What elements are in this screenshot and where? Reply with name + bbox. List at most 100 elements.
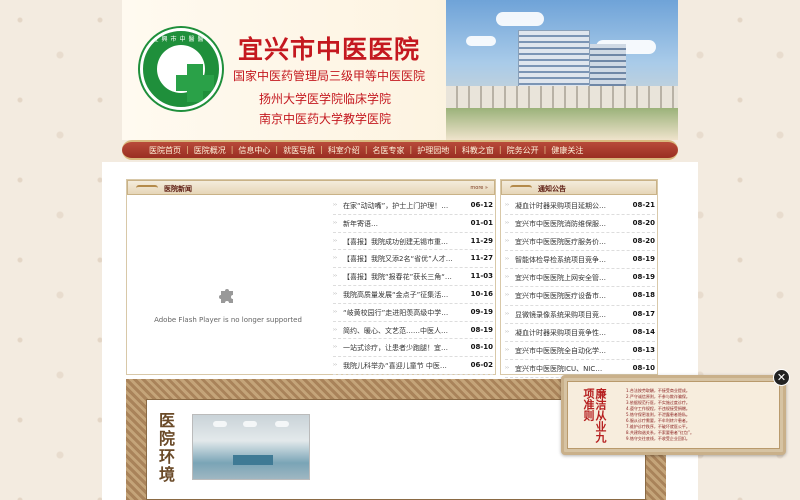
- nav-item[interactable]: 信息中心: [238, 145, 270, 156]
- news-item[interactable]: ›› 我院儿科举办“喜迎儿童节 中医护… 06-02: [333, 357, 493, 375]
- nav-item[interactable]: 科室介绍: [328, 145, 360, 156]
- notice-item-title[interactable]: 智能体检导检系统项目竞争性磋…: [515, 255, 611, 265]
- lawn: [446, 108, 678, 140]
- nav-item[interactable]: 就医导航: [283, 145, 315, 156]
- operating-table: [233, 455, 273, 465]
- news-item[interactable]: ›› 简约、暖心、文艺范……中医人这样… 08-19: [333, 322, 493, 340]
- floating-ad[interactable]: 廉洁从业九项准则 1.合法按劳取酬，不接受商业提成。 2.严守诚信原则，不参与欺诈…: [561, 375, 786, 455]
- notice-item-date: 08-18: [632, 291, 655, 300]
- notice-item[interactable]: ›› 宜兴市中医医院全自动化学发光… 08-13: [505, 342, 655, 360]
- news-item-title[interactable]: 【喜报】我院成功创建无锡市重点专…: [343, 237, 453, 247]
- news-panel-header: 医院新闻 more »: [127, 180, 495, 195]
- ornament-icon: [510, 185, 532, 191]
- nav-separator: |: [230, 145, 234, 154]
- notice-item-title[interactable]: 宜兴市中医医院ICU、NIC…: [515, 364, 611, 374]
- nav-separator: |: [498, 145, 502, 154]
- rule-line: 9.恪守交往底线，不收受企业回扣。: [626, 436, 690, 441]
- bullet-icon: ››: [333, 362, 337, 369]
- subtitle-1: 国家中医药管理局三级甲等中医医院: [233, 69, 426, 83]
- news-item-date: 10-16: [470, 289, 493, 298]
- close-ad-button[interactable]: ✕: [773, 369, 790, 386]
- notice-item-title[interactable]: 显微镜录像系统采购项目竞争性…: [515, 310, 611, 320]
- hospital-logo[interactable]: 宜興市中醫醫院: [140, 28, 222, 110]
- news-item[interactable]: ›› 【喜报】我院又添2名“省优”人才… 11-27: [333, 250, 493, 269]
- notice-item-title[interactable]: 宜兴市中医医院医疗服务价格调…: [515, 237, 611, 247]
- nav-item[interactable]: 院务公开: [507, 145, 539, 156]
- notice-item-date: 08-10: [632, 363, 655, 372]
- notice-item[interactable]: ›› 凝血计时器采购项目竞争性磋商… 08-14: [505, 324, 655, 342]
- logo-emblem: [157, 45, 214, 102]
- nav-item[interactable]: 医院概况: [194, 145, 226, 156]
- news-item-title[interactable]: 【喜报】我院“报春花”获长三角“…: [343, 272, 453, 282]
- cloud-shape: [466, 36, 496, 46]
- nav-item[interactable]: 健康关注: [551, 145, 583, 156]
- more-label: more: [470, 185, 484, 191]
- hospital-building-image: [446, 0, 678, 140]
- notice-item[interactable]: ›› 宜兴市中医医院消防维保服务项… 08-20: [505, 215, 655, 234]
- notice-item-title[interactable]: 凝血计时器采购项目竞争性磋商…: [515, 328, 611, 338]
- news-item-title[interactable]: 新年寄语…: [343, 219, 453, 229]
- news-item-date: 11-29: [470, 236, 493, 245]
- news-item-title[interactable]: 【喜报】我院又添2名“省优”人才…: [343, 254, 453, 264]
- notice-list: ›› 凝血计时器采购项目延期公告… 08-21 ›› 宜兴市中医医院消防维保服务项… 08…: [505, 197, 655, 378]
- notice-panel-header: 通知公告: [501, 180, 657, 195]
- notice-item[interactable]: ›› 智能体检导检系统项目竞争性磋… 08-19: [505, 251, 655, 270]
- notice-item-date: 08-19: [632, 255, 655, 264]
- news-item[interactable]: ›› 【喜报】我院成功创建无锡市重点专… 11-29: [333, 233, 493, 251]
- notice-item-date: 08-13: [632, 345, 655, 354]
- bullet-icon: ››: [333, 237, 337, 244]
- news-item[interactable]: ›› 【喜报】我院“报春花”获长三角“… 11-03: [333, 268, 493, 286]
- nav-list: 医院首页 | 医院概况 | 信息中心 | 就医导航 | 科室介绍 | 名医专家 | 护理园地 | 科教之窗 |…: [149, 145, 583, 156]
- news-item-date: 01-01: [470, 218, 493, 227]
- bullet-icon: ››: [333, 308, 337, 315]
- nav-item[interactable]: 医院首页: [149, 145, 181, 156]
- notice-item[interactable]: ›› 显微镜录像系统采购项目竞争性… 08-17: [505, 306, 655, 324]
- news-item[interactable]: ›› 一站式诊疗，让患者少跑腿！宜兴市… 08-10: [333, 339, 493, 358]
- news-item-date: 11-03: [470, 272, 493, 281]
- news-item-title[interactable]: “岐黄校园行”走进阳羡高级中学，…: [343, 308, 453, 318]
- news-item-title[interactable]: 我院高质量发展“金点子”征集活动…: [343, 290, 453, 300]
- bullet-icon: ››: [505, 328, 509, 335]
- bullet-icon: ››: [333, 255, 337, 262]
- main-nav: 医院首页 | 医院概况 | 信息中心 | 就医导航 | 科室介绍 | 名医专家 | 护理园地 | 科教之窗 |…: [122, 140, 678, 160]
- news-item[interactable]: ›› 新年寄语… 01-01: [333, 215, 493, 233]
- news-item[interactable]: ›› 在家“动动嘴”，护士上门护理！宜… 06-12: [333, 197, 493, 215]
- bullet-icon: ››: [505, 310, 509, 317]
- bullet-icon: ››: [333, 290, 337, 297]
- bullet-icon: ››: [333, 219, 337, 226]
- news-item-date: 08-19: [470, 325, 493, 334]
- news-item-title[interactable]: 一站式诊疗，让患者少跑腿！宜兴市…: [343, 343, 453, 353]
- notice-item[interactable]: ›› 凝血计时器采购项目延期公告… 08-21: [505, 197, 655, 216]
- notice-item-title[interactable]: 凝血计时器采购项目延期公告…: [515, 201, 611, 211]
- news-more-link[interactable]: more »: [470, 185, 488, 191]
- nav-item[interactable]: 护理园地: [417, 145, 449, 156]
- news-item-title[interactable]: 在家“动动嘴”，护士上门护理！宜…: [343, 201, 453, 211]
- notice-item-title[interactable]: 宜兴市中医医院上网安全管理设…: [515, 273, 611, 283]
- notice-item[interactable]: ›› 宜兴市中医医院医疗设备市场调… 08-18: [505, 287, 655, 306]
- flash-placeholder: Adobe Flash Player is no longer supporte…: [129, 197, 327, 373]
- nav-separator: |: [320, 145, 323, 154]
- notice-item-date: 08-20: [632, 219, 655, 228]
- float-ad-rules: 1.合法按劳取酬，不接受商业提成。 2.严守诚信原则，不参与欺诈骗保。 3.依据规范…: [626, 388, 776, 442]
- notice-item-date: 08-20: [632, 237, 655, 246]
- news-item-title[interactable]: 简约、暖心、文艺范……中医人这样…: [343, 326, 453, 336]
- news-panel-title: 医院新闻: [164, 185, 192, 193]
- notice-item-title[interactable]: 宜兴市中医医院消防维保服务项…: [515, 219, 611, 229]
- ornament-icon: [136, 185, 158, 191]
- nav-item[interactable]: 科教之窗: [462, 145, 494, 156]
- notice-item-title[interactable]: 宜兴市中医医院医疗设备市场调…: [515, 291, 611, 301]
- notice-panel: 通知公告 ›› 凝血计时器采购项目延期公告… 08-21 ›› 宜兴市中医医院消防维保服…: [500, 179, 658, 378]
- notice-item[interactable]: ›› 宜兴市中医医院医疗服务价格调… 08-20: [505, 233, 655, 252]
- bullet-icon: ››: [505, 292, 509, 299]
- notice-item-title[interactable]: 宜兴市中医医院全自动化学发光…: [515, 346, 611, 356]
- nav-item[interactable]: 名医专家: [373, 145, 405, 156]
- operating-room-photo[interactable]: [192, 414, 310, 480]
- notice-item-date: 08-17: [632, 309, 655, 318]
- news-item-title[interactable]: 我院儿科举办“喜迎儿童节 中医护…: [343, 361, 453, 371]
- float-ad-heading: 廉洁从业九项准则: [582, 388, 607, 443]
- notice-item[interactable]: ›› 宜兴市中医医院上网安全管理设… 08-19: [505, 269, 655, 288]
- bullet-icon: ››: [505, 238, 509, 245]
- news-item[interactable]: ›› “岐黄校园行”走进阳羡高级中学，… 09-19: [333, 304, 493, 322]
- bullet-icon: ››: [505, 364, 509, 371]
- news-item[interactable]: ›› 我院高质量发展“金点子”征集活动… 10-16: [333, 286, 493, 304]
